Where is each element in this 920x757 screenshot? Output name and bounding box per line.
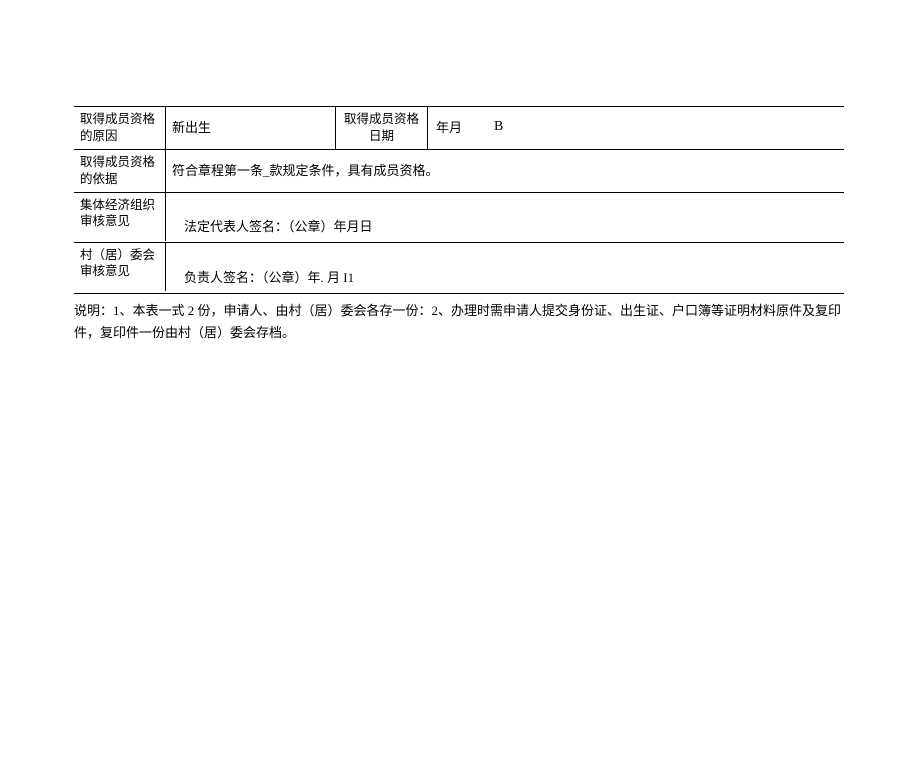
date-text: 年月: [436, 119, 462, 137]
row-org-opinion: 集体经济组织审核意见 法定代表人签名：（公章）年月日: [74, 193, 844, 243]
row-village-opinion: 村（居）委会审核意见 负责人签名：（公章）年. 月 I1: [74, 243, 844, 293]
row-basis: 取得成员资格的依据 符合章程第一条_款规定条件，具有成员资格。: [74, 150, 844, 193]
value-reason: 新出生: [166, 107, 336, 149]
value-date: 年月 B: [428, 107, 844, 149]
label-basis: 取得成员资格的依据: [74, 150, 166, 192]
label-date: 取得成员资格日期: [336, 107, 428, 149]
value-org-opinion: 法定代表人签名：（公章）年月日: [166, 193, 844, 242]
form-table: 取得成员资格的原因 新出生 取得成员资格日期 年月 B 取得成员资格的依据 符合…: [74, 106, 844, 294]
value-basis: 符合章程第一条_款规定条件，具有成员资格。: [166, 150, 844, 192]
date-mark: B: [494, 118, 503, 137]
label-village-opinion: 村（居）委会审核意见: [74, 243, 166, 291]
row-reason: 取得成员资格的原因 新出生 取得成员资格日期 年月 B: [74, 107, 844, 150]
label-reason: 取得成员资格的原因: [74, 107, 166, 149]
value-village-opinion: 负责人签名：（公章）年. 月 I1: [166, 243, 844, 293]
label-org-opinion: 集体经济组织审核意见: [74, 193, 166, 241]
note-text: 说明：1、本表一式 2 份，申请人、由村（居）委会各存一份：2、办理时需申请人提…: [74, 300, 864, 344]
